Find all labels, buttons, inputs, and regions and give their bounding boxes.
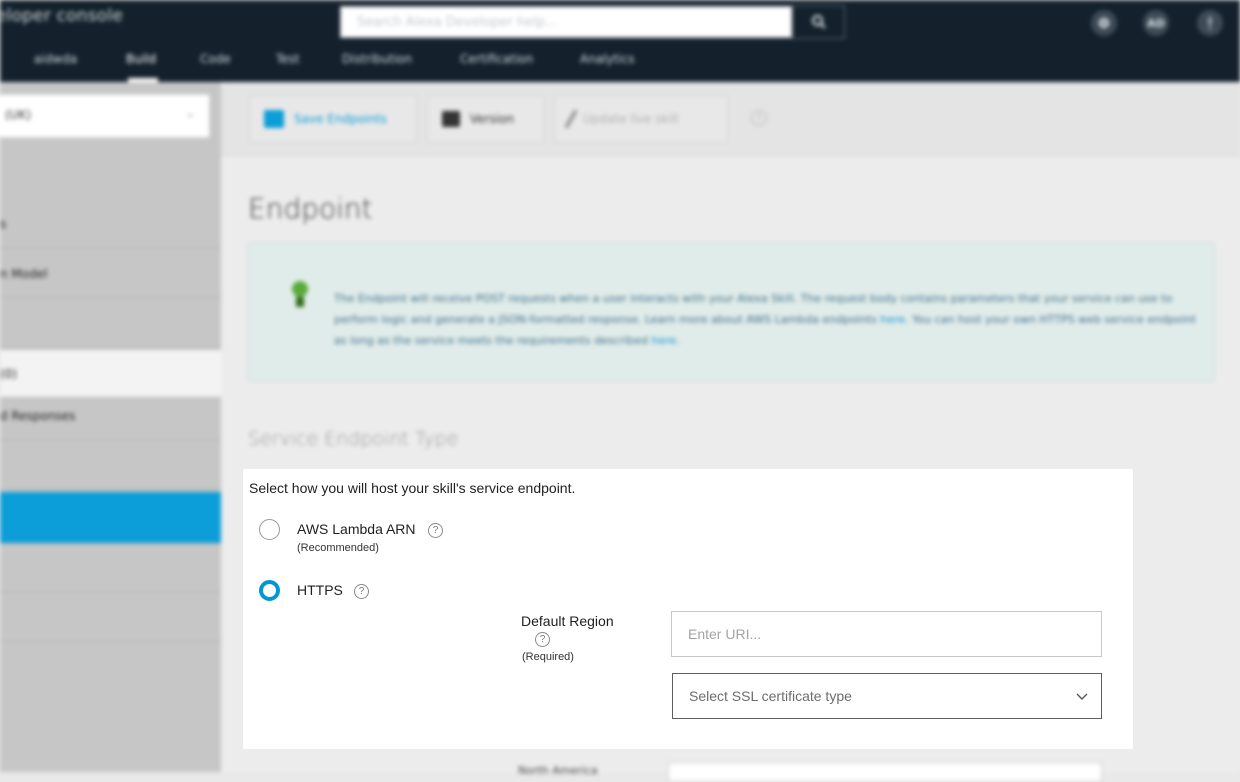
- search-icon: [811, 15, 826, 29]
- section-title: Service Endpoint Type: [248, 428, 459, 450]
- sidebar-item-endpoint[interactable]: [0, 492, 221, 544]
- tab-certification[interactable]: Certification: [460, 52, 533, 66]
- search-button[interactable]: [792, 5, 845, 39]
- lightbulb-icon: [289, 281, 311, 311]
- requirements-link[interactable]: here: [651, 334, 676, 347]
- required-note: (Required): [522, 651, 574, 663]
- sidebar-item-interactions[interactable]: s: [0, 200, 221, 248]
- info-icon[interactable]: [1197, 10, 1223, 36]
- top-bar: eloper console Search Alexa Developer he…: [0, 0, 1240, 82]
- version-label: Version: [470, 112, 515, 126]
- sidebar-item-3[interactable]: [0, 300, 221, 348]
- tab-distribution[interactable]: Distribution: [342, 52, 412, 66]
- update-live-skill-label: Update live skill: [583, 112, 679, 126]
- save-endpoints-label: Save Endpoints: [294, 112, 387, 126]
- version-icon: [442, 111, 460, 127]
- sidebar-item-responses[interactable]: d Responses: [0, 392, 221, 440]
- recommended-note: (Recommended): [297, 542, 379, 554]
- tab-build[interactable]: Build: [126, 52, 156, 66]
- https-help-icon[interactable]: ?: [354, 584, 369, 599]
- chevron-down-icon: [1076, 693, 1088, 700]
- help-search-input[interactable]: Search Alexa Developer help...: [340, 6, 792, 38]
- default-region-help-icon[interactable]: ?: [535, 632, 550, 647]
- user-avatar[interactable]: AD: [1143, 10, 1169, 36]
- panel-intro: Select how you will host your skill's se…: [249, 480, 576, 496]
- tab-skill-name[interactable]: aidwda: [34, 52, 77, 66]
- sidebar-item-6[interactable]: [0, 442, 221, 490]
- aws-lambda-radio[interactable]: [259, 519, 280, 540]
- north-america-label: North America: [518, 764, 598, 777]
- chevron-down-icon: ⌄: [185, 107, 195, 120]
- default-region-label: Default Region: [521, 613, 614, 629]
- uri-input[interactable]: [671, 611, 1102, 657]
- lambda-docs-link[interactable]: here: [880, 313, 905, 326]
- info-text-part-3: .: [676, 334, 680, 347]
- exclamation-icon: [1209, 17, 1211, 29]
- sidebar-item-9[interactable]: [0, 594, 221, 642]
- north-america-field[interactable]: [668, 762, 1102, 782]
- pencil-icon: [564, 109, 578, 129]
- save-icon: [264, 110, 284, 128]
- toolbar-help-icon[interactable]: ?: [751, 110, 767, 126]
- info-callout: The Endpoint will receive POST requests …: [247, 242, 1215, 382]
- https-radio[interactable]: [259, 580, 280, 601]
- nav-tabs: aidwda Build Code Test Distribution Cert…: [0, 46, 700, 82]
- settings-icon[interactable]: [1091, 10, 1117, 36]
- sidebar-item-interaction-model[interactable]: n Model: [0, 250, 221, 298]
- locale-dropdown[interactable]: (UK) ⌄: [0, 94, 210, 138]
- sidebar-item-slot-types[interactable]: (0): [0, 350, 221, 398]
- tab-test[interactable]: Test: [276, 52, 300, 66]
- save-endpoints-button[interactable]: Save Endpoints: [249, 95, 417, 143]
- ssl-certificate-select[interactable]: Select SSL certificate type: [672, 673, 1102, 719]
- aws-lambda-help-icon[interactable]: ?: [428, 523, 443, 538]
- version-button[interactable]: Version: [427, 95, 544, 143]
- toolbar: Save Endpoints Version Update live skill…: [221, 82, 1240, 156]
- service-endpoint-panel: Select how you will host your skill's se…: [243, 469, 1133, 749]
- sidebar: (UK) ⌄ s n Model (0) d Responses: [0, 82, 221, 772]
- tab-analytics[interactable]: Analytics: [580, 52, 635, 66]
- brand-title: eloper console: [0, 6, 123, 26]
- tab-code[interactable]: Code: [200, 52, 231, 66]
- page-title: Endpoint: [248, 192, 373, 225]
- gear-icon: [1099, 18, 1109, 28]
- update-live-skill-button[interactable]: Update live skill: [554, 95, 728, 143]
- ssl-certificate-placeholder: Select SSL certificate type: [689, 688, 852, 704]
- aws-lambda-label[interactable]: AWS Lambda ARN: [297, 521, 416, 537]
- info-text: The Endpoint will receive POST requests …: [334, 288, 1204, 351]
- sidebar-item-8[interactable]: [0, 544, 221, 592]
- https-label[interactable]: HTTPS: [297, 582, 343, 598]
- locale-value: (UK): [5, 108, 32, 122]
